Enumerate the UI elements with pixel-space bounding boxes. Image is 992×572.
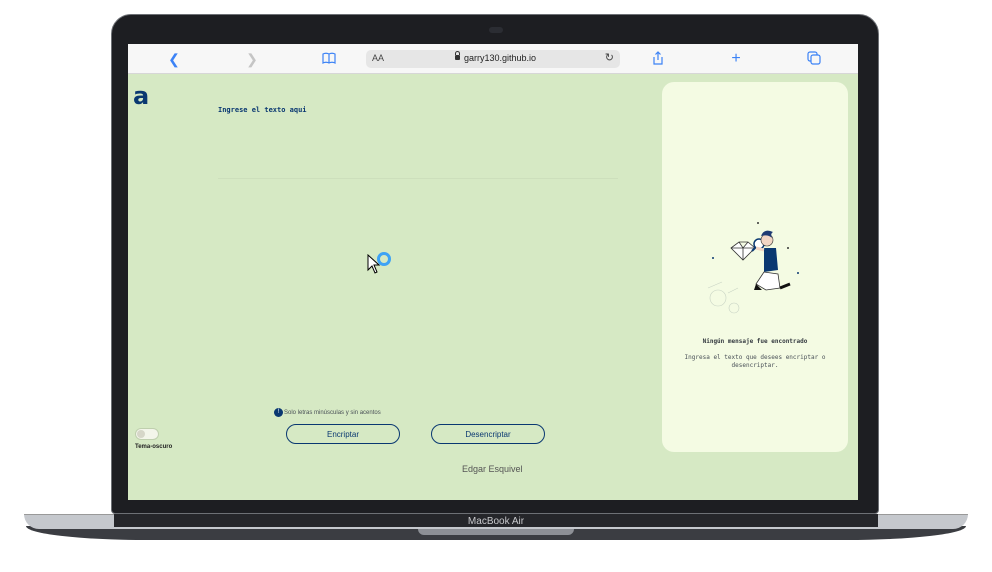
address-bar[interactable]: AA garry130.github.io ↻ — [366, 50, 620, 68]
share-icon[interactable] — [650, 51, 666, 67]
info-icon: ! — [274, 408, 283, 417]
tabs-icon[interactable] — [806, 51, 822, 67]
device-brand-label: MacBook Air — [467, 516, 525, 527]
footer-author: Edgar Esquivel — [462, 464, 523, 474]
screen: ❮ ❯ AA garry130.github.io ↻ + a Ingrese … — [128, 44, 858, 500]
toggle-knob — [137, 430, 145, 438]
encrypt-button[interactable]: Encriptar — [286, 424, 400, 444]
loading-spinner-icon — [377, 252, 391, 266]
result-panel: Ningún mensaje fue encontrado Ingresa el… — [662, 82, 848, 452]
lock-icon — [455, 51, 460, 60]
bookmarks-icon[interactable] — [321, 51, 337, 67]
person-with-magnifier-illustration — [707, 222, 799, 314]
url-text[interactable]: garry130.github.io — [464, 53, 536, 63]
theme-toggle-label: Tema-oscuro — [135, 444, 173, 450]
reload-icon[interactable]: ↻ — [605, 51, 614, 64]
result-text: Ingresa el texto que desees encriptar o … — [684, 354, 826, 369]
stage: ❮ ❯ AA garry130.github.io ↻ + a Ingrese … — [0, 0, 992, 572]
new-tab-icon[interactable]: + — [728, 51, 744, 67]
back-icon[interactable]: ❮ — [166, 51, 182, 67]
text-size-button[interactable]: AA — [372, 53, 384, 63]
notice-text: Solo letras minúsculas y sin acentos — [284, 410, 381, 417]
forward-icon[interactable]: ❯ — [244, 51, 260, 67]
logo[interactable]: a — [133, 84, 149, 108]
decrypt-button[interactable]: Desencriptar — [431, 424, 545, 444]
theme-toggle[interactable] — [135, 428, 159, 440]
camera-icon — [489, 27, 503, 33]
notice: ! Solo letras minúsculas y sin acentos — [274, 408, 381, 417]
text-input[interactable]: Ingrese el texto aqui — [218, 106, 618, 179]
laptop-notch — [418, 529, 574, 535]
result-title: Ningún mensaje fue encontrado — [702, 338, 808, 345]
browser-toolbar: ❮ ❯ AA garry130.github.io ↻ + — [128, 44, 858, 74]
